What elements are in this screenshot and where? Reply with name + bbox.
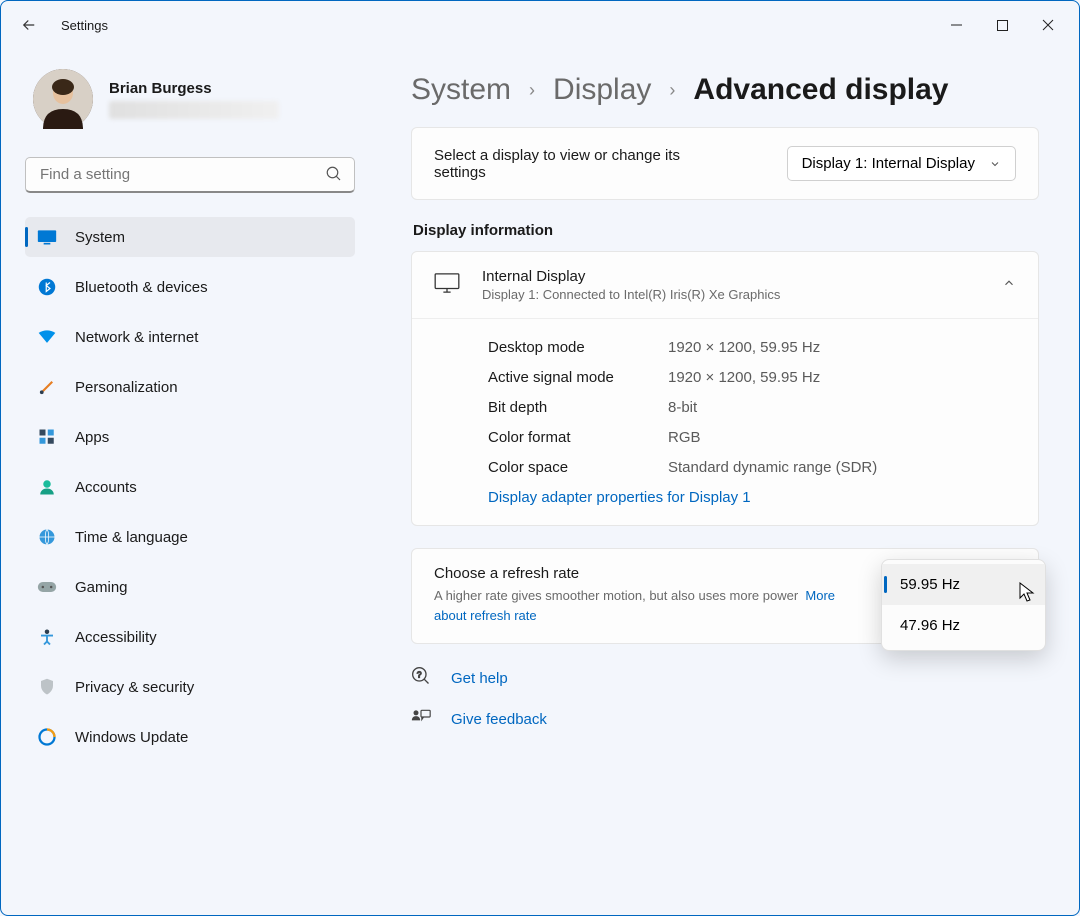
breadcrumb-system[interactable]: System	[411, 73, 511, 107]
close-icon	[1042, 19, 1054, 31]
footer-links: ? Get help Give feedback	[411, 666, 1039, 730]
get-help-link: Get help	[451, 670, 508, 687]
maximize-icon	[997, 20, 1008, 31]
display-info-body: Desktop mode1920 × 1200, 59.95 Hz Active…	[412, 318, 1038, 525]
nav-label: Accounts	[75, 479, 137, 496]
adapter-properties-link[interactable]: Display adapter properties for Display 1	[488, 489, 751, 506]
nav-label: System	[75, 229, 125, 246]
display-selector-label: Select a display to view or change its s…	[434, 147, 734, 181]
search-container	[25, 157, 355, 193]
breadcrumb: System › Display › Advanced display	[411, 73, 1039, 107]
nav-label: Time & language	[75, 529, 188, 546]
minimize-icon	[951, 20, 962, 31]
nav-personalization[interactable]: Personalization	[25, 367, 355, 407]
person-icon	[37, 477, 57, 497]
nav-label: Network & internet	[75, 329, 198, 346]
close-button[interactable]	[1025, 9, 1071, 41]
titlebar: Settings	[1, 1, 1079, 49]
row-desktop-mode: Desktop mode1920 × 1200, 59.95 Hz	[488, 333, 1016, 363]
refresh-rate-card: Choose a refresh rate A higher rate give…	[411, 548, 1039, 644]
row-color-space: Color spaceStandard dynamic range (SDR)	[488, 453, 1016, 483]
user-name: Brian Burgess	[109, 80, 279, 97]
help-icon: ?	[411, 666, 433, 690]
globe-icon	[37, 527, 57, 547]
chevron-right-icon: ›	[529, 80, 535, 101]
nav-apps[interactable]: Apps	[25, 417, 355, 457]
give-feedback-row[interactable]: Give feedback	[411, 708, 1039, 730]
user-email-redacted	[109, 101, 279, 119]
paintbrush-icon	[37, 377, 57, 397]
refresh-rate-option[interactable]: 59.95 Hz	[882, 564, 1045, 605]
update-icon	[37, 727, 57, 747]
display-selector-card: Select a display to view or change its s…	[411, 127, 1039, 200]
maximize-button[interactable]	[979, 9, 1025, 41]
row-active-signal: Active signal mode1920 × 1200, 59.95 Hz	[488, 363, 1016, 393]
window-title: Settings	[61, 18, 108, 33]
nav-gaming[interactable]: Gaming	[25, 567, 355, 607]
window-controls	[933, 9, 1071, 41]
row-bit-depth: Bit depth8-bit	[488, 393, 1016, 423]
display-name: Internal Display	[482, 268, 780, 285]
chevron-right-icon: ›	[669, 80, 675, 101]
section-title-display-info: Display information	[413, 222, 1039, 239]
give-feedback-link: Give feedback	[451, 711, 547, 728]
nav-accessibility[interactable]: Accessibility	[25, 617, 355, 657]
bluetooth-icon	[37, 277, 57, 297]
avatar-image	[33, 69, 93, 129]
nav-label: Gaming	[75, 579, 128, 596]
nav-label: Bluetooth & devices	[75, 279, 208, 296]
minimize-button[interactable]	[933, 9, 979, 41]
display-info-card: Internal Display Display 1: Connected to…	[411, 251, 1039, 526]
nav-windows-update[interactable]: Windows Update	[25, 717, 355, 757]
apps-icon	[37, 427, 57, 447]
nav-label: Privacy & security	[75, 679, 194, 696]
system-icon	[37, 227, 57, 247]
shield-icon	[37, 677, 57, 697]
row-color-format: Color formatRGB	[488, 423, 1016, 453]
gamepad-icon	[37, 577, 57, 597]
nav-privacy[interactable]: Privacy & security	[25, 667, 355, 707]
refresh-rate-dropdown[interactable]: 59.95 Hz 47.96 Hz	[881, 559, 1046, 651]
refresh-rate-sub: A higher rate gives smoother motion, but…	[434, 586, 854, 625]
get-help-row[interactable]: ? Get help	[411, 666, 1039, 690]
nav-time-language[interactable]: Time & language	[25, 517, 355, 557]
nav-system[interactable]: System	[25, 217, 355, 257]
nav-label: Windows Update	[75, 729, 188, 746]
monitor-icon	[434, 273, 460, 298]
sidebar: Brian Burgess System Bluetooth & devices…	[1, 49, 371, 915]
breadcrumb-current: Advanced display	[693, 73, 948, 107]
search-input[interactable]	[25, 157, 355, 193]
arrow-left-icon	[20, 16, 38, 34]
chevron-down-icon	[989, 158, 1001, 170]
avatar	[33, 69, 93, 129]
nav-label: Apps	[75, 429, 109, 446]
nav-label: Accessibility	[75, 629, 157, 646]
nav-bluetooth[interactable]: Bluetooth & devices	[25, 267, 355, 307]
nav-network[interactable]: Network & internet	[25, 317, 355, 357]
search-icon	[325, 165, 343, 188]
nav-list: System Bluetooth & devices Network & int…	[25, 217, 355, 757]
profile-section[interactable]: Brian Burgess	[25, 57, 355, 149]
display-info-header[interactable]: Internal Display Display 1: Connected to…	[412, 252, 1038, 318]
main-content: System › Display › Advanced display Sele…	[371, 49, 1079, 915]
feedback-icon	[411, 708, 433, 730]
dropdown-value: Display 1: Internal Display	[802, 155, 975, 172]
svg-text:?: ?	[417, 670, 422, 680]
nav-accounts[interactable]: Accounts	[25, 467, 355, 507]
wifi-icon	[37, 327, 57, 347]
display-sub: Display 1: Connected to Intel(R) Iris(R)…	[482, 287, 780, 302]
accessibility-icon	[37, 627, 57, 647]
chevron-up-icon	[1002, 276, 1016, 295]
back-button[interactable]	[9, 5, 49, 45]
nav-label: Personalization	[75, 379, 178, 396]
refresh-rate-option[interactable]: 47.96 Hz	[882, 605, 1045, 646]
breadcrumb-display[interactable]: Display	[553, 73, 651, 107]
display-selector-dropdown[interactable]: Display 1: Internal Display	[787, 146, 1016, 181]
